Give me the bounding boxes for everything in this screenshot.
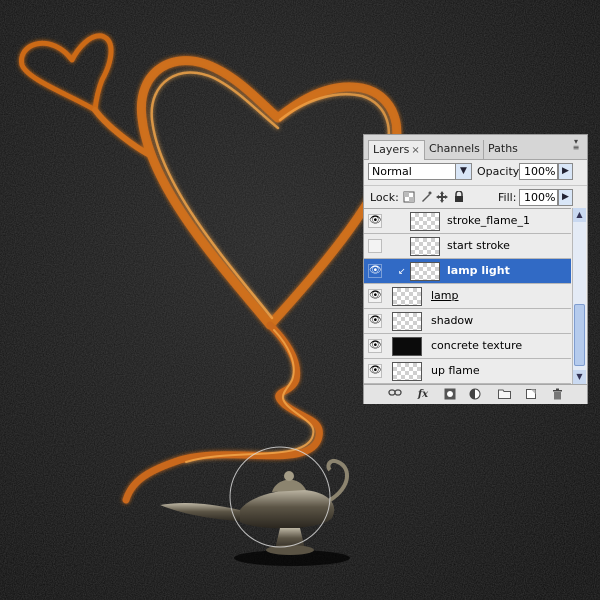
fill-field[interactable]: 100% (519, 189, 558, 206)
layer-thumbnail (392, 312, 422, 331)
eye-icon[interactable]: 👁 (368, 364, 382, 378)
eye-icon[interactable]: 👁 (368, 264, 382, 278)
opacity-label: Opacity: (477, 165, 523, 178)
opacity-field[interactable]: 100% (519, 163, 558, 180)
tab-layers[interactable]: Layers × (368, 140, 425, 160)
eye-icon[interactable]: 👁 (368, 314, 382, 328)
layer-row-stroke-flame-1[interactable]: 👁 stroke_flame_1 (364, 209, 571, 234)
new-layer-icon[interactable] (524, 388, 538, 401)
trash-icon[interactable] (550, 388, 564, 401)
tab-paths-label: Paths (488, 142, 518, 155)
tab-channels-label: Channels (429, 142, 480, 155)
new-group-icon[interactable] (497, 388, 511, 401)
layer-row-concrete-texture[interactable]: 👁 concrete texture (364, 334, 571, 359)
close-icon[interactable]: × (411, 145, 419, 156)
opacity-arrow-icon[interactable]: ▶ (558, 163, 573, 180)
scrollbar-thumb[interactable] (574, 304, 585, 366)
layer-thumbnail (410, 212, 440, 231)
fill-label: Fill: (498, 191, 517, 204)
panel-tab-bar: Layers × Channels Paths ▾ ≡ (364, 135, 587, 160)
fill-arrow-icon[interactable]: ▶ (558, 189, 573, 206)
scroll-down-icon[interactable]: ▼ (573, 370, 586, 384)
layer-thumbnail (410, 262, 440, 281)
layers-list: 👁 stroke_flame_1 start stroke 👁 ↙ lamp l… (364, 208, 571, 385)
layer-name: shadow (431, 314, 474, 327)
eye-icon[interactable]: 👁 (368, 214, 382, 228)
adjustment-layer-icon[interactable] (468, 388, 482, 401)
layer-name: lamp (431, 289, 459, 302)
layer-row-start-stroke[interactable]: start stroke (364, 234, 571, 259)
layer-thumbnail (392, 337, 422, 356)
fx-icon[interactable]: fx (416, 388, 430, 401)
blend-mode-value: Normal (372, 165, 412, 178)
lock-label: Lock: (370, 191, 399, 204)
layer-name: stroke_flame_1 (447, 214, 530, 227)
eye-icon[interactable]: 👁 (368, 339, 382, 353)
scroll-up-icon[interactable]: ▲ (573, 208, 586, 222)
layer-row-up-flame[interactable]: 👁 up flame (364, 359, 571, 384)
layers-scrollbar[interactable]: ▲ ▼ (572, 208, 586, 384)
tab-paths[interactable]: Paths (483, 140, 522, 159)
layer-name: concrete texture (431, 339, 523, 352)
blend-mode-select[interactable]: Normal ▼ (368, 163, 472, 180)
layer-name: up flame (431, 364, 480, 377)
clipping-arrow-icon: ↙ (398, 267, 406, 277)
lock-image-icon[interactable] (420, 191, 432, 203)
chevron-down-icon[interactable]: ▼ (455, 164, 471, 179)
lamp-knob (284, 471, 294, 481)
layer-row-lamp-light[interactable]: 👁 ↙ lamp light (364, 259, 571, 284)
lock-position-icon[interactable] (436, 191, 448, 203)
layer-name: lamp light (447, 264, 510, 277)
layers-panel[interactable]: Layers × Channels Paths ▾ ≡ Normal ▼ Opaci… (363, 134, 588, 404)
layer-thumbnail (410, 237, 440, 256)
panel-bottom-toolbar: fx (364, 384, 587, 404)
link-layers-icon[interactable] (388, 388, 402, 401)
layer-mask-icon[interactable] (443, 388, 457, 401)
layer-row-lamp[interactable]: 👁 lamp (364, 284, 571, 309)
layer-thumbnail (392, 287, 422, 306)
tab-channels[interactable]: Channels (424, 140, 484, 159)
layer-name: start stroke (447, 239, 510, 252)
eye-hidden-icon[interactable] (368, 239, 382, 253)
blend-opacity-row: Normal ▼ Opacity: 100% ▶ (364, 160, 587, 184)
tab-layers-label: Layers (373, 143, 410, 156)
panel-menu-icon[interactable]: ▾ ≡ (570, 138, 582, 152)
layer-thumbnail (392, 362, 422, 381)
lock-all-icon[interactable] (453, 190, 465, 203)
lock-fill-row: Lock: Fill: 100% ▶ (364, 185, 587, 210)
lock-transparent-icon[interactable] (403, 191, 415, 203)
layer-row-shadow[interactable]: 👁 shadow (364, 309, 571, 334)
eye-icon[interactable]: 👁 (368, 289, 382, 303)
